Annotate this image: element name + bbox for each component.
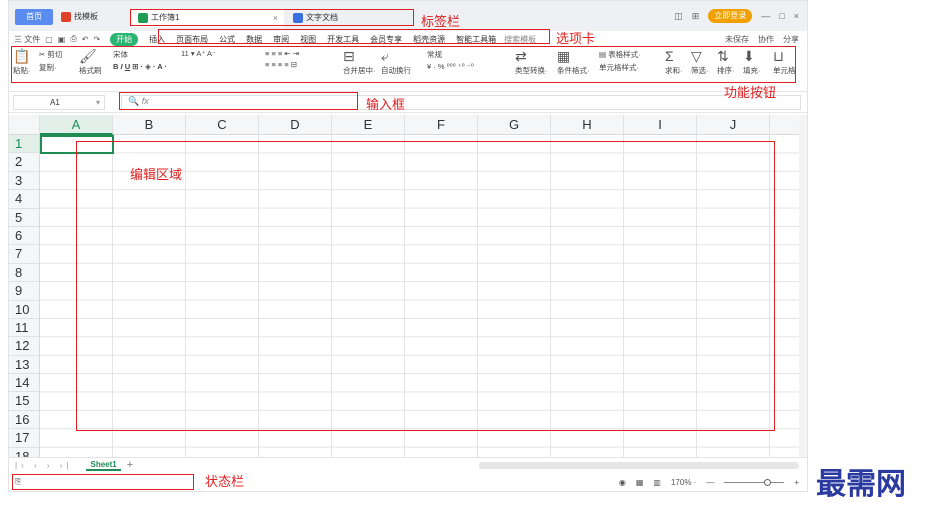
sheet-bar: |‹ ‹ › ›| Sheet1 + bbox=[9, 457, 807, 472]
row-header-18[interactable]: 18 bbox=[9, 447, 40, 457]
brand-watermark: 最需网 bbox=[816, 467, 906, 502]
annotation-label-status-bar: 状态栏 bbox=[205, 474, 245, 489]
normal-view-icon[interactable]: ▦ bbox=[636, 478, 644, 487]
select-all-corner[interactable] bbox=[9, 115, 40, 135]
vertical-scrollbar[interactable] bbox=[799, 115, 807, 457]
row-header-2[interactable]: 2 bbox=[9, 153, 40, 172]
unsaved-status[interactable]: 未保存 bbox=[725, 34, 749, 45]
row-header-5[interactable]: 5 bbox=[9, 208, 40, 227]
row-header-15[interactable]: 15 bbox=[9, 392, 40, 411]
annotation-box-input-box bbox=[119, 92, 358, 110]
maximize-button[interactable]: □ bbox=[779, 11, 784, 21]
annotation-label-title-bar: 标签栏 bbox=[421, 14, 461, 29]
collaborate-button[interactable]: 协作 bbox=[758, 34, 774, 45]
redo-icon[interactable]: ↷ bbox=[93, 35, 100, 44]
column-header-c[interactable]: C bbox=[186, 115, 259, 135]
print-icon[interactable]: ⎙ bbox=[70, 34, 76, 44]
row-header-16[interactable]: 16 bbox=[9, 410, 40, 430]
column-header-g[interactable]: G bbox=[478, 115, 551, 135]
sheet-nav-arrows[interactable]: |‹ ‹ › ›| bbox=[15, 461, 72, 470]
page-view-icon[interactable]: ▥ bbox=[653, 478, 661, 487]
layout-icon[interactable]: ◫ bbox=[674, 11, 683, 22]
column-headers: ABCDEFGHIJ bbox=[9, 115, 799, 135]
row-header-4[interactable]: 4 bbox=[9, 190, 40, 209]
annotation-label-edit-area: 编辑区域 bbox=[130, 167, 183, 182]
row-header-9[interactable]: 9 bbox=[9, 282, 40, 301]
open-icon[interactable]: ▣ bbox=[58, 35, 66, 44]
row-header-3[interactable]: 3 bbox=[9, 171, 40, 191]
row-header-1[interactable]: 1 bbox=[9, 135, 40, 154]
column-header-e[interactable]: E bbox=[332, 115, 405, 135]
column-header-i[interactable]: I bbox=[624, 115, 697, 135]
row-header-13[interactable]: 13 bbox=[9, 355, 40, 375]
column-header-h[interactable]: H bbox=[551, 115, 624, 135]
row-header-11[interactable]: 11 bbox=[9, 318, 40, 338]
save-icon[interactable]: ▢ bbox=[45, 35, 53, 44]
row-header-10[interactable]: 10 bbox=[9, 300, 40, 319]
annotation-label-function-buttons: 功能按钮 bbox=[724, 85, 777, 100]
sheet-tab-sheet1[interactable]: Sheet1 bbox=[86, 460, 121, 471]
annotation-box-function-buttons bbox=[11, 46, 796, 83]
title-bar-controls: ◫ ⊞ 立即登录 — □ × bbox=[674, 8, 799, 24]
zoom-in-button[interactable]: + bbox=[794, 478, 799, 487]
row-header-12[interactable]: 12 bbox=[9, 337, 40, 356]
name-box[interactable]: A1 ▾ bbox=[13, 95, 105, 110]
minimize-button[interactable]: — bbox=[761, 11, 770, 21]
column-header-d[interactable]: D bbox=[259, 115, 332, 135]
row-header-14[interactable]: 14 bbox=[9, 374, 40, 393]
horizontal-scrollbar[interactable] bbox=[479, 462, 799, 469]
column-header-b[interactable]: B bbox=[113, 115, 186, 135]
row-header-6[interactable]: 6 bbox=[9, 226, 40, 246]
file-menu[interactable]: 三 文件 bbox=[14, 34, 40, 45]
login-button[interactable]: 立即登录 bbox=[708, 9, 753, 23]
zoom-level[interactable]: 170% · bbox=[671, 478, 696, 487]
add-sheet-button[interactable]: + bbox=[127, 459, 133, 471]
annotation-box-status-bar bbox=[12, 474, 194, 490]
column-header-a[interactable]: A bbox=[40, 115, 113, 135]
annotation-box-tabs bbox=[158, 29, 550, 44]
row-header-7[interactable]: 7 bbox=[9, 245, 40, 264]
annotation-box-title-bar bbox=[130, 9, 414, 26]
apps-icon[interactable]: ⊞ bbox=[692, 11, 700, 22]
close-window-button[interactable]: × bbox=[794, 11, 799, 21]
zoom-slider[interactable] bbox=[724, 478, 785, 486]
undo-icon[interactable]: ↶ bbox=[82, 35, 89, 44]
template-tab[interactable]: 找模板 bbox=[57, 9, 127, 25]
row-header-8[interactable]: 8 bbox=[9, 263, 40, 283]
annotation-label-tabs: 选项卡 bbox=[556, 31, 596, 46]
share-button[interactable]: 分享 bbox=[783, 34, 799, 45]
column-header-j[interactable]: J bbox=[697, 115, 770, 135]
annotation-box-edit-area bbox=[76, 141, 775, 431]
home-tab[interactable]: 首页 bbox=[15, 9, 53, 25]
zoom-out-button[interactable]: — bbox=[706, 478, 714, 487]
row-header-17[interactable]: 17 bbox=[9, 429, 40, 448]
tab-start[interactable]: 开始 bbox=[110, 32, 139, 46]
row-headers: 1 2 3 4 5 6 7 8 9 10 11 12 13 14 15 16 17 18 bbox=[9, 135, 40, 457]
chevron-down-icon[interactable]: ▾ bbox=[96, 96, 100, 109]
template-tab-label: 找模板 bbox=[74, 12, 98, 21]
annotation-label-input-box: 输入框 bbox=[366, 97, 406, 112]
column-header-f[interactable]: F bbox=[405, 115, 478, 135]
eye-icon[interactable]: ◉ bbox=[619, 478, 626, 487]
template-icon bbox=[61, 11, 71, 22]
